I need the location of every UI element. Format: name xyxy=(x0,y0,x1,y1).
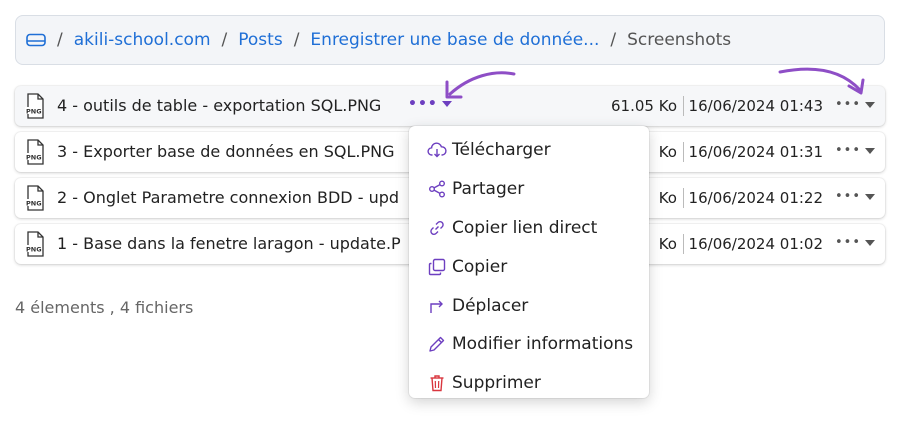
menu-item-label: Copier lien direct xyxy=(452,217,598,238)
caret-down-icon xyxy=(441,101,452,107)
context-menu: Télécharger Partager Copier lien direct … xyxy=(409,126,649,398)
more-dots-icon: ••• xyxy=(834,143,861,158)
trash-icon xyxy=(427,373,447,393)
file-date: 16/06/2024 01:43 xyxy=(688,97,823,115)
menu-item-move[interactable]: Déplacer xyxy=(409,286,649,325)
file-name[interactable]: 3 - Exporter base de données en SQL.PNG xyxy=(57,142,395,161)
breadcrumb-separator: / xyxy=(221,30,228,50)
breadcrumb-separator: / xyxy=(610,30,617,50)
menu-item-label: Télécharger xyxy=(452,140,551,161)
more-dots-icon: ••• xyxy=(834,189,861,204)
png-file-icon: PNG xyxy=(24,231,46,257)
download-cloud-icon xyxy=(427,140,447,160)
more-dots-icon: ••• xyxy=(834,97,861,112)
file-type-label: PNG xyxy=(26,246,42,254)
file-name[interactable]: 2 - Onglet Parametre connexion BDD - upd xyxy=(57,188,399,207)
drive-icon[interactable] xyxy=(26,30,46,50)
menu-item-copy[interactable]: Copier xyxy=(409,247,649,286)
menu-item-label: Déplacer xyxy=(452,295,529,316)
share-icon xyxy=(427,179,447,199)
move-arrow-icon xyxy=(427,296,447,316)
menu-item-copy-direct-link[interactable]: Copier lien direct xyxy=(409,209,649,248)
actions-menu[interactable]: ••• xyxy=(835,235,875,250)
file-size: Ko xyxy=(658,189,677,207)
file-type-label: PNG xyxy=(26,108,42,116)
more-dots-icon: ••• xyxy=(834,235,861,250)
caret-down-icon xyxy=(865,101,875,108)
link-icon xyxy=(427,218,447,238)
file-size: Ko xyxy=(658,235,677,253)
file-date: 16/06/2024 01:22 xyxy=(688,189,823,207)
items-summary: 4 élements , 4 fichiers xyxy=(15,298,194,317)
pencil-icon xyxy=(427,334,447,354)
breadcrumb: / akili-school.com / Posts / Enregistrer… xyxy=(15,15,885,65)
menu-item-label: Copier xyxy=(452,256,508,277)
file-size: Ko xyxy=(658,143,677,161)
actions-menu[interactable]: ••• xyxy=(835,143,875,158)
file-type-label: PNG xyxy=(26,200,42,208)
menu-item-edit-info[interactable]: Modifier informations xyxy=(409,325,649,364)
caret-down-icon xyxy=(865,239,875,246)
menu-item-label: Supprimer xyxy=(452,373,541,394)
actions-menu[interactable]: ••• xyxy=(835,189,875,204)
file-name[interactable]: 1 - Base dans la fenetre laragon - updat… xyxy=(57,234,401,253)
png-file-icon: PNG xyxy=(24,185,46,211)
copy-icon xyxy=(427,257,447,277)
file-row[interactable]: PNG 4 - outils de table - exportation SQ… xyxy=(15,86,885,126)
breadcrumb-separator: / xyxy=(293,30,300,50)
file-date: 16/06/2024 01:31 xyxy=(688,143,823,161)
breadcrumb-root[interactable]: akili-school.com xyxy=(74,30,211,50)
png-file-icon: PNG xyxy=(24,93,46,119)
breadcrumb-current: Screenshots xyxy=(627,30,732,50)
caret-down-icon xyxy=(865,147,875,154)
menu-item-delete[interactable]: Supprimer xyxy=(409,364,649,403)
column-divider xyxy=(683,234,684,254)
file-name[interactable]: 4 - outils de table - exportation SQL.PN… xyxy=(57,96,381,115)
menu-item-download[interactable]: Télécharger xyxy=(409,131,649,170)
breadcrumb-posts[interactable]: Posts xyxy=(238,30,282,50)
file-date: 16/06/2024 01:02 xyxy=(688,235,823,253)
png-file-icon: PNG xyxy=(24,139,46,165)
menu-item-label: Modifier informations xyxy=(452,334,634,355)
column-divider xyxy=(683,142,684,162)
breadcrumb-separator: / xyxy=(57,30,63,50)
file-type-label: PNG xyxy=(26,154,42,162)
row-options-menu[interactable]: ••• xyxy=(408,96,452,112)
column-divider xyxy=(683,96,684,116)
menu-item-share[interactable]: Partager xyxy=(409,170,649,209)
breadcrumb-post[interactable]: Enregistrer une base de donnée... xyxy=(310,30,599,50)
menu-item-label: Partager xyxy=(452,179,525,200)
column-divider xyxy=(683,188,684,208)
actions-menu[interactable]: ••• xyxy=(835,97,875,112)
caret-down-icon xyxy=(865,193,875,200)
more-dots-icon: ••• xyxy=(408,96,438,112)
file-size: 61.05 Ko xyxy=(611,97,677,115)
